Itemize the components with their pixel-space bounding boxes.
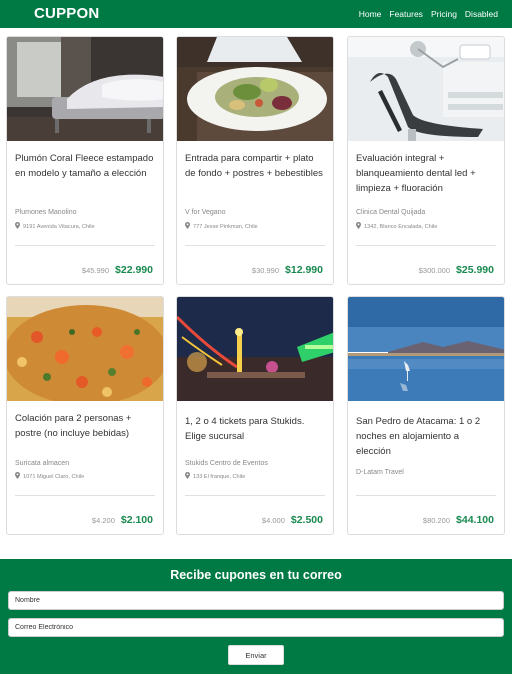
send-button[interactable]: Enviar [228, 645, 284, 665]
nav-disabled-link[interactable]: Disabled [465, 9, 498, 19]
deal-title[interactable]: San Pedro de Atacama: 1 o 2 noches en al… [356, 414, 496, 459]
address-text: 1342, Blanco Encalada, Chile [364, 224, 438, 230]
deal-card[interactable]: Evaluación integral + blanqueamiento den… [347, 36, 505, 285]
deal-title[interactable]: 1, 2 o 4 tickets para Stukids. Elige suc… [185, 414, 325, 444]
merchant-name: V for Vegano [185, 209, 226, 216]
discount-price: $2.100 [120, 514, 153, 526]
brand-logo[interactable]: CUPPON [34, 5, 99, 22]
merchant-name: D-Latam Travel [356, 469, 404, 476]
address-text: 1071 Miguel Claro, Chile [23, 474, 85, 480]
price-row: $45.990 $22.990 [82, 264, 153, 276]
location-pin-icon [15, 472, 20, 481]
subscribe-section: Recibe cupones en tu correo Enviar [0, 559, 512, 674]
price-row: $30.990 $12.990 [252, 264, 323, 276]
nav-pricing-link[interactable]: Pricing [431, 9, 457, 19]
card-divider [15, 495, 155, 496]
deal-card[interactable]: 1, 2 o 4 tickets para Stukids. Elige suc… [176, 296, 334, 535]
original-price: $30.990 [251, 266, 280, 275]
card-divider [185, 245, 325, 246]
card-divider [185, 495, 325, 496]
nav-links: Home Features Pricing Disabled [359, 9, 498, 19]
subscribe-title: Recibe cupones en tu correo [170, 568, 342, 582]
email-input[interactable] [8, 618, 504, 637]
deal-title[interactable]: Colación para 2 personas + postre (no in… [15, 411, 155, 441]
deal-card[interactable]: Entrada para compartir + plato de fondo … [176, 36, 334, 285]
address-text: 133 El franque, Chile [193, 474, 246, 480]
discount-price: $44.100 [456, 514, 494, 526]
merchant-address: 9191 Avenida Vitacura, Chile [15, 222, 95, 231]
location-pin-icon [185, 472, 190, 481]
discount-price: $12.990 [285, 264, 323, 276]
deal-image-lagoon[interactable] [348, 297, 504, 401]
deal-card[interactable]: Colación para 2 personas + postre (no in… [6, 296, 164, 535]
deal-image-bedroom[interactable] [7, 37, 163, 141]
deal-image-dental[interactable] [348, 37, 504, 141]
location-pin-icon [15, 222, 20, 231]
deal-image-rice[interactable] [7, 297, 163, 401]
deal-image-fair[interactable] [177, 297, 333, 401]
card-divider [356, 495, 496, 496]
name-input[interactable] [8, 591, 504, 610]
address-text: 777 Jesse Pinkman, Chile [193, 224, 258, 230]
merchant-name: Clinica Dental Quijada [356, 209, 426, 216]
deal-image-salad[interactable] [177, 37, 333, 141]
discount-price: $22.990 [115, 264, 153, 276]
nav-home-link[interactable]: Home [359, 9, 382, 19]
card-divider [356, 245, 496, 246]
nav-features-link[interactable]: Features [389, 9, 423, 19]
price-row: $4.000 $2.500 [262, 514, 323, 526]
deal-card[interactable]: San Pedro de Atacama: 1 o 2 noches en al… [347, 296, 505, 535]
original-price: $45.990 [81, 266, 110, 275]
original-price: $4.200 [91, 516, 115, 525]
merchant-address: 777 Jesse Pinkman, Chile [185, 222, 258, 231]
merchant-address: 1071 Miguel Claro, Chile [15, 472, 84, 481]
deal-title[interactable]: Plumón Coral Fleece estampado en modelo … [15, 151, 155, 181]
price-row: $80.200 $44.100 [423, 514, 494, 526]
discount-price: $2.500 [290, 514, 323, 526]
merchant-name: Suricata almacen [15, 460, 70, 467]
deal-card[interactable]: Plumón Coral Fleece estampado en modelo … [6, 36, 164, 285]
top-navbar: CUPPON Home Features Pricing Disabled [0, 0, 512, 28]
original-price: $80.200 [422, 516, 451, 525]
location-pin-icon [185, 222, 190, 231]
price-row: $300.000 $25.990 [419, 264, 494, 276]
location-pin-icon [356, 222, 361, 231]
original-price: $4.000 [261, 516, 285, 525]
discount-price: $25.990 [456, 264, 494, 276]
deal-title[interactable]: Entrada para compartir + plato de fondo … [185, 151, 325, 181]
merchant-name: Plumones Manolino [15, 209, 77, 216]
price-row: $4.200 $2.100 [92, 514, 153, 526]
deal-title[interactable]: Evaluación integral + blanqueamiento den… [356, 151, 496, 196]
merchant-address: 133 El franque, Chile [185, 472, 245, 481]
merchant-address: 1342, Blanco Encalada, Chile [356, 222, 437, 231]
merchant-name: Stukids Centro de Eventos [185, 460, 268, 467]
original-price: $300.000 [418, 266, 451, 275]
card-divider [15, 245, 155, 246]
address-text: 9191 Avenida Vitacura, Chile [23, 224, 95, 230]
